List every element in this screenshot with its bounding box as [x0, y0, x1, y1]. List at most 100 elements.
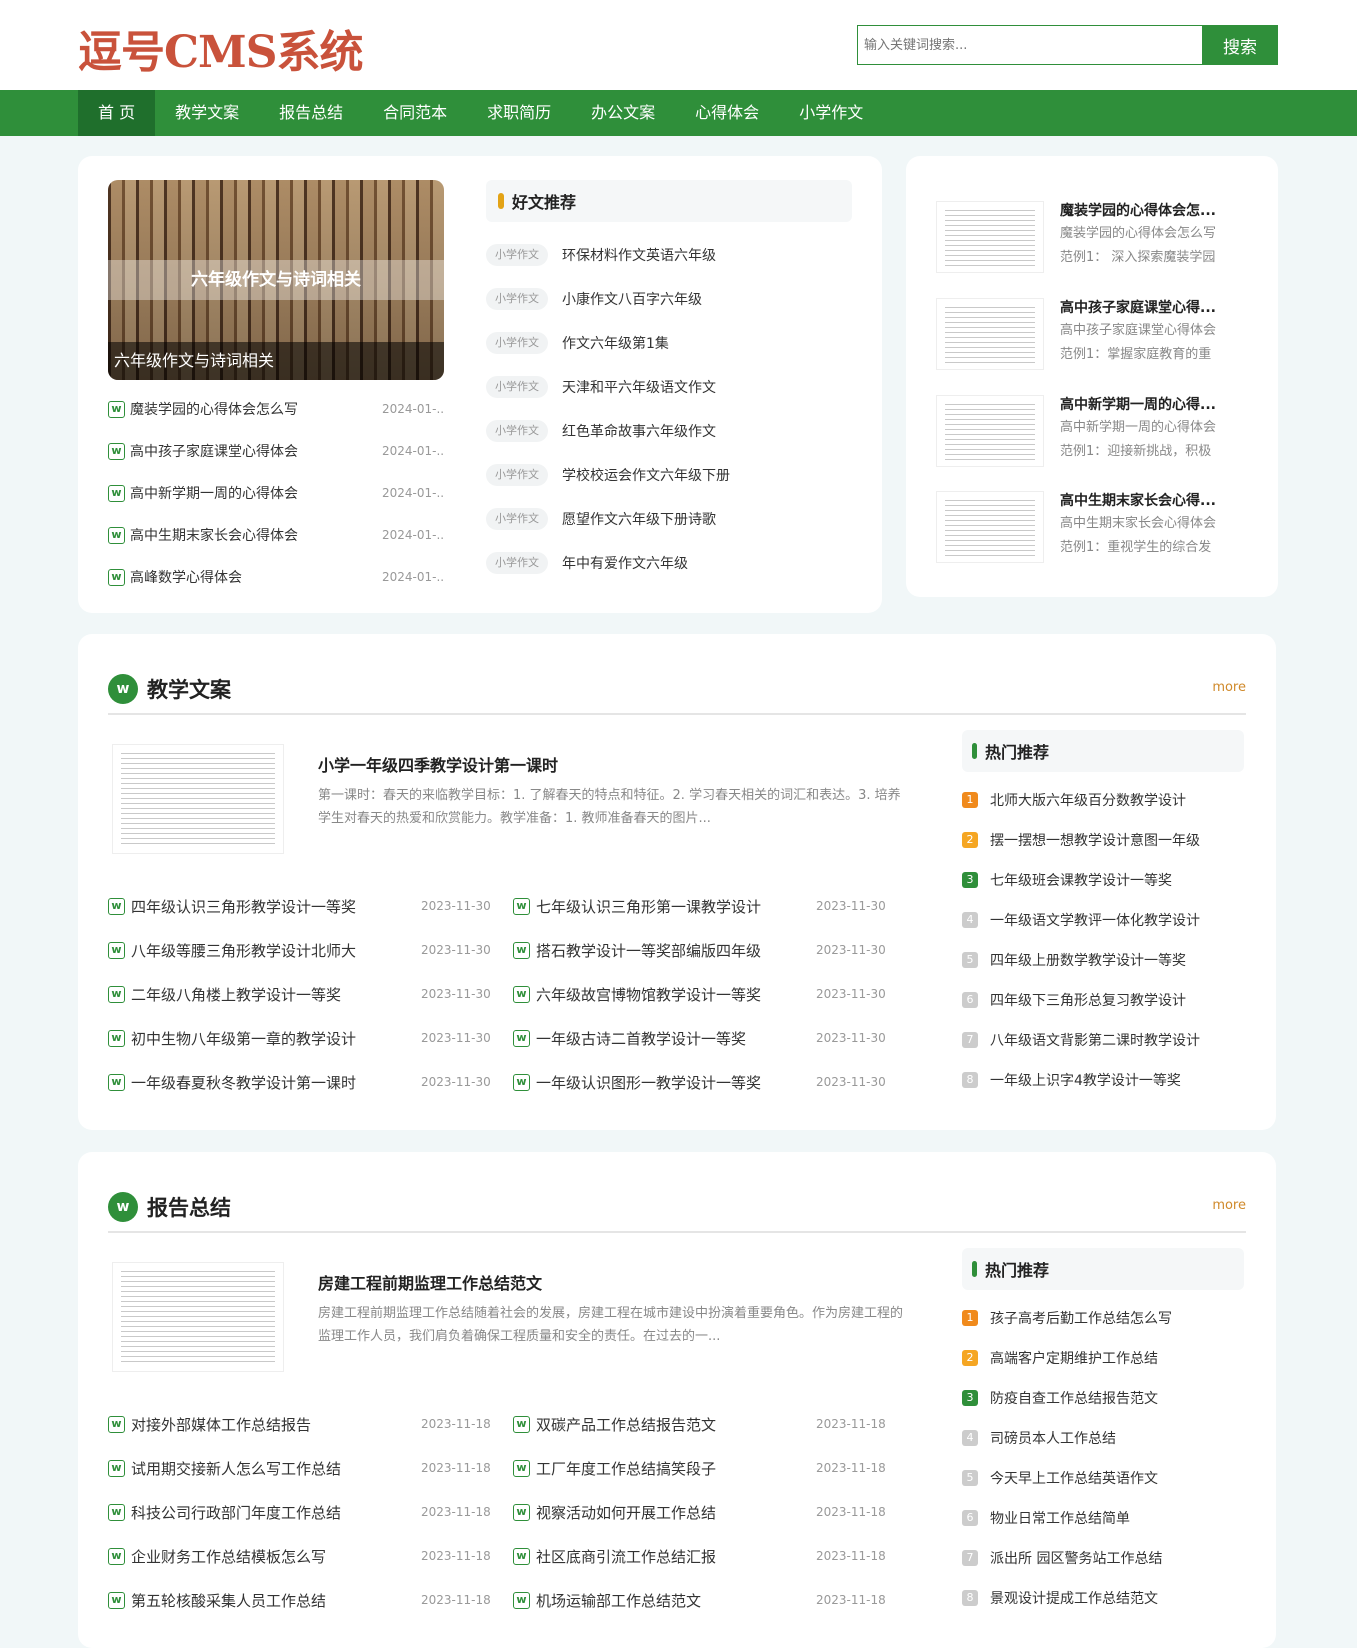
list-item[interactable]: 小学作文 红色革命故事六年级作文 — [486, 409, 852, 453]
nav-experience[interactable]: 心得体会 — [675, 90, 779, 136]
search-input[interactable] — [857, 25, 1202, 65]
list-item[interactable]: w 高中生期末家长会心得体会 2024-01-... — [108, 514, 444, 556]
list-item[interactable]: 4 司磅员本人工作总结 — [962, 1418, 1244, 1458]
w-logo-icon: w — [108, 674, 138, 704]
more-link[interactable]: more — [1212, 1198, 1246, 1213]
doc-icon: w — [108, 985, 125, 1003]
list-item[interactable]: w 科技公司行政部门年度工作总结 2023-11-18 — [108, 1490, 513, 1534]
side-article[interactable]: 魔装学园的心得体会怎... 魔装学园的心得体会怎么写 范例1： 深入探索魔装学园 — [1060, 200, 1240, 270]
list-item[interactable]: 7 派出所 园区警务站工作总结 — [962, 1538, 1244, 1578]
list-item[interactable]: 5 四年级上册数学教学设计一等奖 — [962, 940, 1244, 980]
list-item[interactable]: 8 景观设计提成工作总结范文 — [962, 1578, 1244, 1618]
side-article[interactable]: 高中生期末家长会心得... 高中生期末家长会心得体会 范例1：重视学生的综合发 — [1060, 490, 1240, 560]
nav-office[interactable]: 办公文案 — [571, 90, 675, 136]
hero-caption[interactable]: 六年级作文与诗词相关 — [108, 342, 444, 380]
list-item[interactable]: w 机场运输部工作总结范文 2023-11-18 — [513, 1578, 908, 1622]
list-item[interactable]: 8 一年级上识字4教学设计一等奖 — [962, 1060, 1244, 1100]
doc-icon: w — [108, 897, 125, 915]
list-item[interactable]: w 高中孩子家庭课堂心得体会 2024-01-... — [108, 430, 444, 472]
nav-essay[interactable]: 小学作文 — [779, 90, 883, 136]
article-thumbnail[interactable] — [936, 201, 1044, 273]
list-item[interactable]: 小学作文 环保材料作文英语六年级 — [486, 233, 852, 277]
doc-icon: w — [513, 1591, 530, 1609]
list-item[interactable]: w 社区底商引流工作总结汇报 2023-11-18 — [513, 1534, 908, 1578]
site-logo[interactable]: 逗号CMS系统 — [78, 22, 363, 78]
doc-icon: w — [108, 1415, 125, 1433]
category-tag[interactable]: 小学作文 — [486, 464, 548, 486]
list-item[interactable]: w 一年级春夏秋冬教学设计第一课时 2023-11-30 — [108, 1060, 513, 1104]
article-thumbnail[interactable] — [936, 395, 1044, 467]
list-item[interactable]: w 六年级故宫博物馆教学设计一等奖 2023-11-30 — [513, 972, 908, 1016]
article-grid: w 四年级认识三角形教学设计一等奖 2023-11-30 w 七年级认识三角形第一课教… — [108, 884, 908, 1104]
nav-resume[interactable]: 求职简历 — [467, 90, 571, 136]
article-thumbnail[interactable] — [936, 298, 1044, 370]
list-item[interactable]: 1 北师大版六年级百分数教学设计 — [962, 780, 1244, 820]
list-item[interactable]: w 二年级八角楼上教学设计一等奖 2023-11-30 — [108, 972, 513, 1016]
category-tag[interactable]: 小学作文 — [486, 420, 548, 442]
list-item[interactable]: 6 物业日常工作总结简单 — [962, 1498, 1244, 1538]
category-tag[interactable]: 小学作文 — [486, 332, 548, 354]
list-item[interactable]: w 视察活动如何开展工作总结 2023-11-18 — [513, 1490, 908, 1534]
nav-teaching[interactable]: 教学文案 — [155, 90, 259, 136]
list-item[interactable]: w 四年级认识三角形教学设计一等奖 2023-11-30 — [108, 884, 513, 928]
category-tag[interactable]: 小学作文 — [486, 244, 548, 266]
list-item[interactable]: w 八年级等腰三角形教学设计北师大 2023-11-30 — [108, 928, 513, 972]
list-item[interactable]: 3 七年级班会课教学设计一等奖 — [962, 860, 1244, 900]
list-item[interactable]: 3 防疫自查工作总结报告范文 — [962, 1378, 1244, 1418]
list-item[interactable]: w 对接外部媒体工作总结报告 2023-11-18 — [108, 1402, 513, 1446]
list-item[interactable]: 5 今天早上工作总结英语作文 — [962, 1458, 1244, 1498]
list-item[interactable]: w 七年级认识三角形第一课教学设计 2023-11-30 — [513, 884, 908, 928]
w-logo-icon: w — [108, 1192, 138, 1222]
doc-icon: w — [108, 1547, 125, 1565]
category-tag[interactable]: 小学作文 — [486, 288, 548, 310]
rank-badge: 3 — [962, 1390, 978, 1406]
list-item[interactable]: 小学作文 作文六年级第1集 — [486, 321, 852, 365]
doc-icon: w — [108, 941, 125, 959]
list-item[interactable]: w 工厂年度工作总结搞笑段子 2023-11-18 — [513, 1446, 908, 1490]
category-tag[interactable]: 小学作文 — [486, 552, 548, 574]
doc-icon: w — [513, 1029, 530, 1047]
list-item[interactable]: 小学作文 年中有爱作文六年级 — [486, 541, 852, 585]
nav-contract[interactable]: 合同范本 — [363, 90, 467, 136]
list-item[interactable]: 小学作文 小康作文八百字六年级 — [486, 277, 852, 321]
featured-title[interactable]: 房建工程前期监理工作总结范文 — [318, 1270, 542, 1294]
list-item[interactable]: w 试用期交接新人怎么写工作总结 2023-11-18 — [108, 1446, 513, 1490]
hero-image[interactable]: 六年级作文与诗词相关 六年级作文与诗词相关 — [108, 180, 444, 380]
featured-thumbnail[interactable] — [112, 744, 284, 854]
category-tag[interactable]: 小学作文 — [486, 376, 548, 398]
list-item[interactable]: w 高峰数学心得体会 2024-01-... — [108, 556, 444, 598]
list-item[interactable]: w 一年级古诗二首教学设计一等奖 2023-11-30 — [513, 1016, 908, 1060]
list-item[interactable]: w 魔装学园的心得体会怎么写 2024-01-... — [108, 388, 444, 430]
list-item[interactable]: w 高中新学期一周的心得体会 2024-01-... — [108, 472, 444, 514]
list-item[interactable]: w 搭石教学设计一等奖部编版四年级 2023-11-30 — [513, 928, 908, 972]
list-item[interactable]: 7 八年级语文背影第二课时教学设计 — [962, 1020, 1244, 1060]
list-item[interactable]: 4 一年级语文学教评一体化教学设计 — [962, 900, 1244, 940]
list-item[interactable]: 1 孩子高考后勤工作总结怎么写 — [962, 1298, 1244, 1338]
side-article[interactable]: 高中新学期一周的心得... 高中新学期一周的心得体会 范例1：迎接新挑战，积极 — [1060, 394, 1240, 464]
list-item[interactable]: 6 四年级下三角形总复习教学设计 — [962, 980, 1244, 1020]
list-item[interactable]: w 初中生物八年级第一章的教学设计 2023-11-30 — [108, 1016, 513, 1060]
category-tag[interactable]: 小学作文 — [486, 508, 548, 530]
list-item[interactable]: w 第五轮核酸采集人员工作总结 2023-11-18 — [108, 1578, 513, 1622]
list-item[interactable]: 2 高端客户定期维护工作总结 — [962, 1338, 1244, 1378]
list-item[interactable]: w 一年级认识图形一教学设计一等奖 2023-11-30 — [513, 1060, 908, 1104]
article-thumbnail[interactable] — [936, 491, 1044, 563]
more-link[interactable]: more — [1212, 680, 1246, 695]
featured-thumbnail[interactable] — [112, 1262, 284, 1372]
list-item[interactable]: 小学作文 愿望作文六年级下册诗歌 — [486, 497, 852, 541]
latest-list: w 魔装学园的心得体会怎么写 2024-01-... w 高中孩子家庭课堂心得体会 20… — [108, 388, 444, 598]
list-item[interactable]: w 企业财务工作总结模板怎么写 2023-11-18 — [108, 1534, 513, 1578]
search-button[interactable]: 搜索 — [1202, 25, 1278, 65]
nav-home[interactable]: 首 页 — [78, 90, 156, 136]
list-item[interactable]: 小学作文 学校校运会作文六年级下册 — [486, 453, 852, 497]
hot-heading: 热门推荐 — [962, 730, 1244, 772]
doc-icon: w — [108, 1503, 125, 1521]
nav-report[interactable]: 报告总结 — [259, 90, 363, 136]
side-article[interactable]: 高中孩子家庭课堂心得... 高中孩子家庭课堂心得体会 范例1：掌握家庭教育的重 — [1060, 297, 1240, 367]
list-item[interactable]: 小学作文 天津和平六年级语文作文 — [486, 365, 852, 409]
doc-icon: w — [513, 897, 530, 915]
featured-title[interactable]: 小学一年级四季教学设计第一课时 — [318, 752, 558, 776]
list-item[interactable]: 2 摆一摆想一想教学设计意图一年级 — [962, 820, 1244, 860]
doc-icon: w — [108, 526, 125, 544]
list-item[interactable]: w 双碳产品工作总结报告范文 2023-11-18 — [513, 1402, 908, 1446]
